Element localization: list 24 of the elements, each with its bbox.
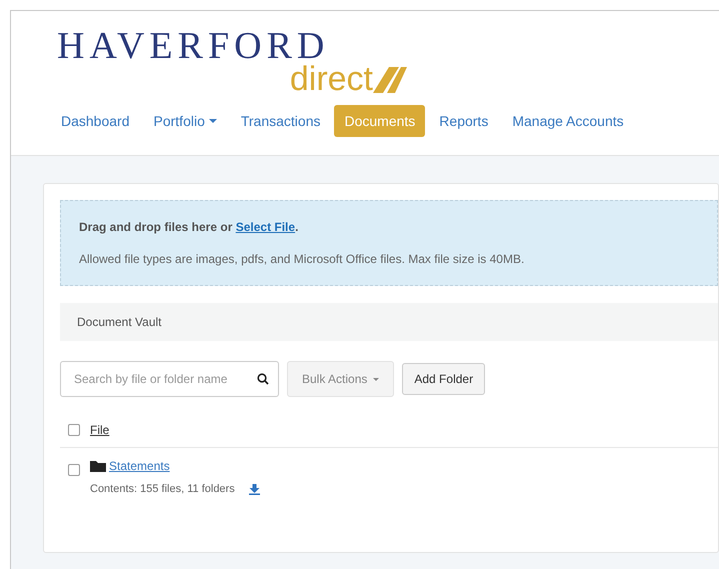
logo-wordmark: HAVERFORD — [57, 27, 330, 65]
nav-tab[interactable]: Transactions — [230, 105, 330, 137]
checkbox[interactable] — [68, 464, 80, 476]
nav-tab[interactable]: Dashboard — [51, 105, 140, 137]
nav-tab[interactable]: Reports — [429, 105, 498, 137]
vault-title: Document Vault — [77, 314, 162, 331]
folder-link[interactable]: Statements — [109, 457, 170, 475]
checkbox[interactable] — [68, 424, 80, 436]
nav-tab[interactable]: Manage Accounts — [502, 105, 634, 137]
slash-icon — [373, 67, 407, 93]
download-icon[interactable] — [248, 484, 260, 495]
dropzone-note: Allowed file types are images, pdfs, and Microsoft Office files. Max file size is 40MB. — [79, 251, 526, 268]
search-field[interactable]: Search by file or folder name — [60, 361, 279, 397]
select-file-link[interactable]: Select File — [236, 220, 296, 234]
caret-icon — [373, 378, 380, 380]
nav-tab[interactable]: Portfolio — [144, 105, 227, 137]
add-folder-button[interactable]: Add Folder — [402, 363, 486, 395]
search-icon — [257, 373, 269, 385]
folder-contents: Contents: 155 files, 11 folders — [90, 482, 235, 497]
logo-subtitle: direct — [290, 63, 373, 95]
bulk-actions-button[interactable]: Bulk Actions — [287, 361, 394, 397]
dropzone-prompt: Drag and drop files here or Select File. — [79, 219, 300, 236]
file-column-header[interactable]: File — [90, 421, 110, 439]
folder-icon — [90, 460, 106, 472]
